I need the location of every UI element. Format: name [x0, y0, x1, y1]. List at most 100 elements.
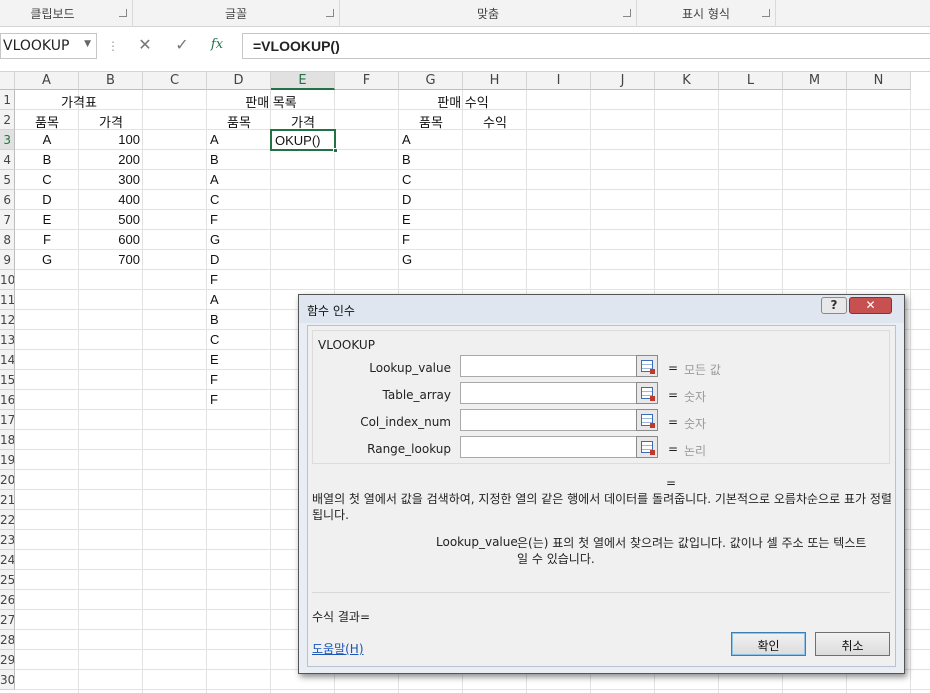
row-header-6[interactable]: 6	[0, 190, 15, 210]
cell-item: A	[42, 132, 52, 147]
column-header-d[interactable]: D	[207, 72, 271, 90]
range-picker-icon[interactable]	[636, 409, 658, 431]
cancel-icon[interactable]: ✕	[129, 33, 161, 59]
dialog-body: VLOOKUP Lookup_value = 모든 값 Table_array …	[307, 325, 896, 667]
drag-handle-icon[interactable]: ⋮	[107, 39, 119, 53]
fill-handle[interactable]	[333, 148, 338, 153]
row-header-29[interactable]: 29	[0, 650, 15, 670]
col-index-num-input[interactable]	[460, 409, 638, 431]
row-header-1[interactable]: 1	[0, 90, 15, 110]
row-header-11[interactable]: 11	[0, 290, 15, 310]
row-header-3[interactable]: 3	[0, 130, 15, 150]
dialog-launcher-icon[interactable]	[623, 9, 631, 17]
column-header-i[interactable]: I	[527, 72, 591, 90]
row-header-10[interactable]: 10	[0, 270, 15, 290]
enter-icon[interactable]: ✓	[166, 33, 198, 59]
row-header-27[interactable]: 27	[0, 610, 15, 630]
range-lookup-input[interactable]	[460, 436, 638, 458]
table-array-input[interactable]	[460, 382, 638, 404]
ribbon-group-clipboard-label: 클립보드	[30, 7, 75, 21]
row-header-2[interactable]: 2	[0, 110, 15, 130]
active-cell-text: OKUP()	[275, 133, 321, 148]
cell-item: A	[402, 132, 411, 147]
active-cell[interactable]: OKUP()	[270, 129, 338, 153]
dialog-titlebar[interactable]: 함수 인수 ? ✕	[299, 295, 904, 323]
insert-function-icon[interactable]: fx	[201, 33, 233, 59]
row-header-13[interactable]: 13	[0, 330, 15, 350]
cell-item: D	[210, 252, 220, 267]
row-header-22[interactable]: 22	[0, 510, 15, 530]
cell-item: A	[210, 292, 219, 307]
row-header-12[interactable]: 12	[0, 310, 15, 330]
row-header-7[interactable]: 7	[0, 210, 15, 230]
name-box[interactable]: VLOOKUP ▼	[0, 33, 97, 59]
row-gridline	[15, 249, 930, 250]
row-header-15[interactable]: 15	[0, 370, 15, 390]
dialog-launcher-icon[interactable]	[326, 9, 334, 17]
dialog-launcher-icon[interactable]	[762, 9, 770, 17]
cell-item: F	[43, 232, 51, 247]
cell-price: 200	[118, 152, 140, 167]
column-header-n[interactable]: N	[847, 72, 911, 90]
range-picker-icon[interactable]	[636, 436, 658, 458]
lookup-value-input[interactable]	[460, 355, 638, 377]
row-header-19[interactable]: 19	[0, 450, 15, 470]
formula-input[interactable]: =VLOOKUP()	[242, 33, 930, 59]
column-header-k[interactable]: K	[655, 72, 719, 90]
row-gridline	[15, 209, 930, 210]
column-header-c[interactable]: C	[143, 72, 207, 90]
ribbon-group-number-label: 표시 형식	[682, 7, 730, 21]
column-header-j[interactable]: J	[591, 72, 655, 90]
row-header-24[interactable]: 24	[0, 550, 15, 570]
cell-price: 300	[118, 172, 140, 187]
ribbon-group-clipboard: 클립보드	[0, 0, 133, 27]
column-header-a[interactable]: A	[15, 72, 79, 90]
row-header-9[interactable]: 9	[0, 250, 15, 270]
cell-item: F	[210, 372, 218, 387]
row-header-30[interactable]: 30	[0, 670, 15, 690]
arg-label-lookup-value: Lookup_value	[369, 361, 451, 375]
close-icon[interactable]: ✕	[849, 297, 892, 314]
cell-price: 700	[118, 252, 140, 267]
range-picker-icon[interactable]	[636, 382, 658, 404]
row-header-21[interactable]: 21	[0, 490, 15, 510]
column-label-item: 품목	[227, 115, 251, 130]
arg-label-range-lookup: Range_lookup	[367, 442, 451, 456]
cancel-button[interactable]: 취소	[815, 632, 890, 656]
row-header-28[interactable]: 28	[0, 630, 15, 650]
ok-button[interactable]: 확인	[731, 632, 806, 656]
column-header-g[interactable]: G	[399, 72, 463, 90]
row-header-4[interactable]: 4	[0, 150, 15, 170]
row-header-8[interactable]: 8	[0, 230, 15, 250]
dialog-launcher-icon[interactable]	[119, 9, 127, 17]
cell-item: C	[210, 332, 220, 347]
help-link[interactable]: 도움말(H)	[312, 640, 364, 657]
row-header-14[interactable]: 14	[0, 350, 15, 370]
help-icon[interactable]: ?	[821, 297, 847, 314]
row-header-18[interactable]: 18	[0, 430, 15, 450]
chevron-down-icon[interactable]: ▼	[84, 39, 91, 49]
column-header-l[interactable]: L	[719, 72, 783, 90]
column-header-e[interactable]: E	[271, 72, 335, 90]
cell-item: D	[402, 192, 412, 207]
row-header-16[interactable]: 16	[0, 390, 15, 410]
row-header-26[interactable]: 26	[0, 590, 15, 610]
column-label-price: 가격	[99, 115, 123, 130]
row-header-25[interactable]: 25	[0, 570, 15, 590]
row-header-5[interactable]: 5	[0, 170, 15, 190]
row-header-20[interactable]: 20	[0, 470, 15, 490]
ribbon-group-font-label: 글꼴	[224, 7, 248, 21]
range-picker-icon[interactable]	[636, 355, 658, 377]
column-header-f[interactable]: F	[335, 72, 399, 90]
cell-item: E	[210, 352, 219, 367]
column-header-m[interactable]: M	[783, 72, 847, 90]
row-header-17[interactable]: 17	[0, 410, 15, 430]
column-header-b[interactable]: B	[79, 72, 143, 90]
row-header-23[interactable]: 23	[0, 530, 15, 550]
select-all-corner[interactable]	[0, 72, 15, 90]
cell-item: G	[210, 232, 221, 247]
cell-item: C	[42, 172, 52, 187]
cell-item: E	[402, 212, 411, 227]
column-header-h[interactable]: H	[463, 72, 527, 90]
cell-item: F	[210, 272, 218, 287]
